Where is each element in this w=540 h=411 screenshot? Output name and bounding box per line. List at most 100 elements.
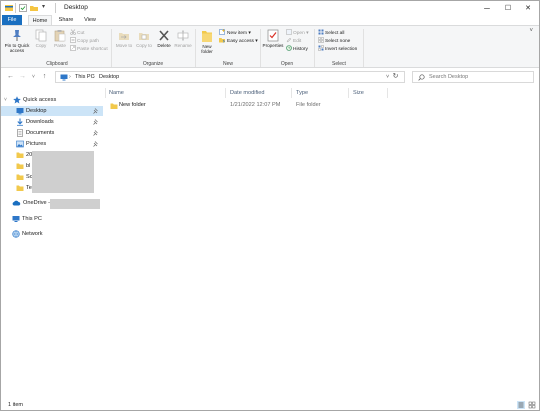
nav-network[interactable]: Network — [1, 229, 103, 239]
move-to-button[interactable]: Move to — [115, 29, 133, 48]
new-item-button[interactable]: New item ▾ — [219, 29, 251, 37]
ribbon-tabs: File Home Share View — [1, 15, 539, 25]
search-placeholder: Search Desktop — [429, 74, 469, 80]
large-icons-view-icon[interactable] — [528, 401, 536, 409]
select-all-button[interactable]: Select all — [318, 29, 344, 37]
properties-button[interactable]: Properties — [262, 29, 284, 48]
delete-label: Delete — [157, 43, 171, 48]
pin-icon[interactable] — [93, 130, 99, 136]
this-pc-icon — [60, 74, 68, 81]
folder-icon — [16, 174, 24, 180]
breadcrumb-separator: › — [93, 74, 95, 80]
details-view-icon[interactable] — [517, 401, 525, 409]
delete-button[interactable]: Delete — [155, 29, 173, 48]
title-separator — [15, 3, 16, 13]
title-bar: ▾ Desktop ─ ☐ ✕ — [1, 1, 539, 15]
column-header-name[interactable]: Name — [109, 90, 124, 96]
nav-item-downloads[interactable]: Downloads — [1, 117, 103, 127]
open-button[interactable]: Open ▾ — [286, 29, 309, 37]
edit-button[interactable]: Edit — [286, 37, 301, 45]
new-item-icon — [219, 29, 225, 35]
paste-button[interactable]: Paste — [51, 29, 69, 48]
file-name: New folder — [119, 102, 146, 108]
copy-to-button[interactable]: Copy to — [135, 29, 153, 48]
column-divider[interactable] — [291, 88, 292, 98]
move-to-icon — [119, 33, 129, 40]
address-history-chevron-icon[interactable]: ˅ — [386, 74, 389, 80]
history-button[interactable]: History — [286, 45, 308, 53]
recent-locations-chevron-icon[interactable]: ˅ — [29, 72, 38, 82]
new-folder-button[interactable]: New folder — [197, 29, 217, 54]
column-header-size[interactable]: Size — [353, 90, 364, 96]
expand-chevron-icon[interactable]: ˅ — [4, 95, 7, 105]
easy-access-button[interactable]: Easy access ▾ — [219, 37, 258, 45]
back-arrow-icon[interactable]: ← — [6, 72, 15, 82]
copy-path-icon — [70, 37, 76, 43]
maximize-button[interactable]: ☐ — [502, 3, 514, 13]
column-header-date-modified[interactable]: Date modified — [230, 90, 265, 96]
cut-button[interactable]: Cut — [70, 29, 84, 37]
explorer-app-icon[interactable] — [5, 4, 13, 12]
pin-icon[interactable] — [93, 119, 99, 125]
nav-item-documents[interactable]: Documents — [1, 128, 103, 138]
history-label: History — [293, 47, 308, 52]
column-divider[interactable] — [387, 88, 388, 98]
new-folder-qat-icon[interactable] — [30, 4, 38, 12]
column-divider[interactable] — [225, 88, 226, 98]
new-group-label: New — [222, 61, 233, 67]
ribbon-expand-icon[interactable]: ˅ — [529, 28, 533, 34]
copy-button[interactable]: Copy — [33, 29, 49, 48]
breadcrumb-desktop[interactable]: Desktop — [99, 74, 119, 80]
pin-icon[interactable] — [93, 141, 99, 147]
search-box[interactable]: Search Desktop — [412, 71, 534, 83]
redaction-block — [32, 151, 94, 193]
paste-shortcut-label: Paste shortcut — [77, 47, 108, 52]
rename-button[interactable]: Rename — [174, 29, 192, 48]
pin-quick-access-button[interactable]: Pin to Quick access — [3, 29, 31, 53]
star-icon — [13, 96, 21, 104]
select-none-icon — [318, 37, 324, 43]
column-divider — [105, 88, 106, 98]
file-row[interactable]: New folder 1/21/2022 12:07 PM File folde… — [109, 101, 369, 111]
properties-qat-icon[interactable] — [19, 4, 27, 12]
nav-item-desktop[interactable]: Desktop — [1, 106, 103, 116]
select-none-button[interactable]: Select none — [318, 37, 350, 45]
rename-label: Rename — [174, 43, 192, 48]
nav-item-pictures[interactable]: Pictures — [1, 139, 103, 149]
nav-this-pc[interactable]: This PC — [1, 214, 103, 224]
column-header-type[interactable]: Type — [296, 90, 308, 96]
minimize-button[interactable]: ─ — [481, 3, 493, 13]
tab-home[interactable]: Home — [28, 15, 52, 25]
qat-dropdown-icon[interactable]: ▾ — [42, 3, 50, 11]
refresh-icon[interactable]: ↻ — [391, 72, 400, 82]
this-pc-icon — [12, 216, 20, 222]
clipboard-group-label: Clipboard — [46, 61, 68, 67]
tab-file[interactable]: File — [2, 15, 22, 25]
documents-icon — [17, 129, 23, 137]
column-divider[interactable] — [348, 88, 349, 98]
select-none-label: Select none — [325, 39, 351, 44]
close-button[interactable]: ✕ — [522, 3, 534, 13]
copy-path-button[interactable]: Copy path — [70, 37, 99, 45]
easy-access-icon — [219, 38, 225, 43]
open-label: Open — [293, 31, 305, 36]
tab-share[interactable]: Share — [56, 15, 76, 25]
nav-quick-access[interactable]: ˅ Quick access — [1, 95, 103, 105]
paste-shortcut-button[interactable]: Paste shortcut — [70, 45, 108, 53]
paste-label: Paste — [54, 43, 66, 48]
up-arrow-icon[interactable]: ↑ — [40, 72, 49, 82]
redaction-block — [50, 199, 100, 209]
folder-icon — [16, 185, 24, 191]
open-group-label: Open — [280, 61, 294, 67]
ribbon-separator — [363, 29, 364, 67]
forward-arrow-icon[interactable]: → — [18, 72, 27, 82]
ribbon-home: ˅ Pin to Quick access Copy Paste Cut Cop… — [1, 25, 539, 68]
breadcrumb-this-pc[interactable]: This PC — [75, 74, 95, 80]
new-folder-label: New folder — [201, 44, 213, 54]
address-bar[interactable]: › This PC › Desktop ˅ — [55, 71, 405, 83]
pin-icon[interactable] — [93, 108, 99, 114]
nav-this-pc-label: This PC — [22, 216, 42, 222]
paste-icon — [54, 30, 66, 42]
tab-view[interactable]: View — [80, 15, 100, 25]
invert-selection-button[interactable]: Invert selection — [318, 45, 357, 53]
